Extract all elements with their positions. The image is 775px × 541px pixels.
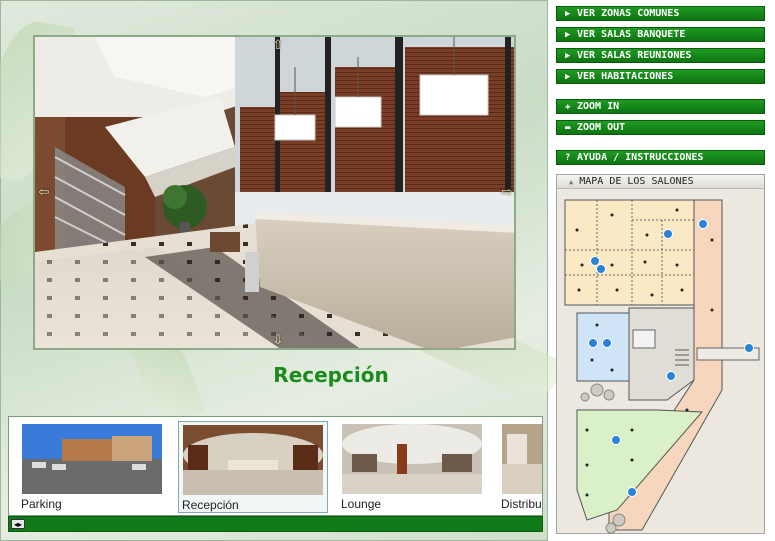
floor-plan-map[interactable] [557, 190, 764, 534]
thumbnail-image [22, 424, 162, 494]
thumbnail-label: Lounge [341, 497, 382, 511]
collapse-triangle-icon[interactable]: ▲ [569, 178, 573, 186]
minus-icon: ▬ [565, 123, 571, 133]
hotspot-marker[interactable] [627, 487, 637, 497]
ayuda-instrucciones-button[interactable]: ? AYUDA / INSTRUCCIONES [556, 150, 765, 165]
plus-icon: ✚ [565, 102, 571, 112]
ver-zonas-comunes-button[interactable]: ▶ VER ZONAS COMUNES [556, 6, 765, 21]
hotspot-marker[interactable] [611, 435, 621, 445]
hotspot-marker[interactable] [698, 219, 708, 229]
thumbnail-label: Distribu [501, 497, 542, 511]
pan-down-arrow-icon[interactable]: ⇩ [271, 334, 285, 348]
hotspot-marker[interactable] [590, 256, 600, 266]
hotspot-marker[interactable] [666, 371, 676, 381]
thumbnail-image [342, 424, 482, 494]
play-icon: ▶ [565, 51, 571, 61]
thumbnail-scrollbar[interactable]: ◂▸ [8, 516, 543, 532]
thumbnail-parking[interactable]: Parking [18, 421, 168, 513]
panorama-viewer[interactable]: ⇧ ⇩ ⇦ ⇨ [33, 35, 516, 350]
ver-salas-reuniones-button[interactable]: ▶ VER SALAS REUNIONES [556, 48, 765, 63]
map-header: ▲ MAPA DE LOS SALONES [557, 175, 764, 189]
play-icon: ▶ [565, 72, 571, 82]
ver-salas-banquete-button[interactable]: ▶ VER SALAS BANQUETE [556, 27, 765, 42]
thumbnail-distribuidor[interactable]: Distribu [498, 421, 542, 513]
ver-habitaciones-button[interactable]: ▶ VER HABITACIONES [556, 69, 765, 84]
hotspot-marker[interactable] [744, 343, 754, 353]
play-icon: ▶ [565, 30, 571, 40]
pan-up-arrow-icon[interactable]: ⇧ [271, 39, 285, 53]
thumbnail-image [502, 424, 542, 494]
play-icon: ▶ [565, 9, 571, 19]
zoom-out-button[interactable]: ▬ ZOOM OUT [556, 120, 765, 135]
thumbnail-strip: Parking Recepción Lounge Distribu [8, 416, 543, 516]
zoom-in-button[interactable]: ✚ ZOOM IN [556, 99, 765, 114]
floor-map-panel: ▲ MAPA DE LOS SALONES [556, 174, 765, 534]
thumbnail-label: Parking [21, 497, 62, 511]
reception-panorama-image [35, 37, 514, 348]
map-title: MAPA DE LOS SALONES [579, 176, 694, 187]
thumbnail-label: Recepción [182, 498, 239, 512]
pan-left-arrow-icon[interactable]: ⇦ [37, 186, 51, 200]
pan-right-arrow-icon[interactable]: ⇨ [500, 186, 514, 200]
question-icon: ? [565, 153, 571, 163]
thumbnail-lounge[interactable]: Lounge [338, 421, 488, 513]
thumbnail-image [183, 425, 323, 495]
thumbnail-recepcion[interactable]: Recepción [178, 421, 328, 513]
scroll-arrows-icon[interactable]: ◂▸ [11, 519, 25, 529]
hotspot-marker[interactable] [663, 229, 673, 239]
hotspot-marker[interactable] [588, 338, 598, 348]
hotspot-marker[interactable] [602, 338, 612, 348]
hotspot-marker[interactable] [596, 264, 606, 274]
